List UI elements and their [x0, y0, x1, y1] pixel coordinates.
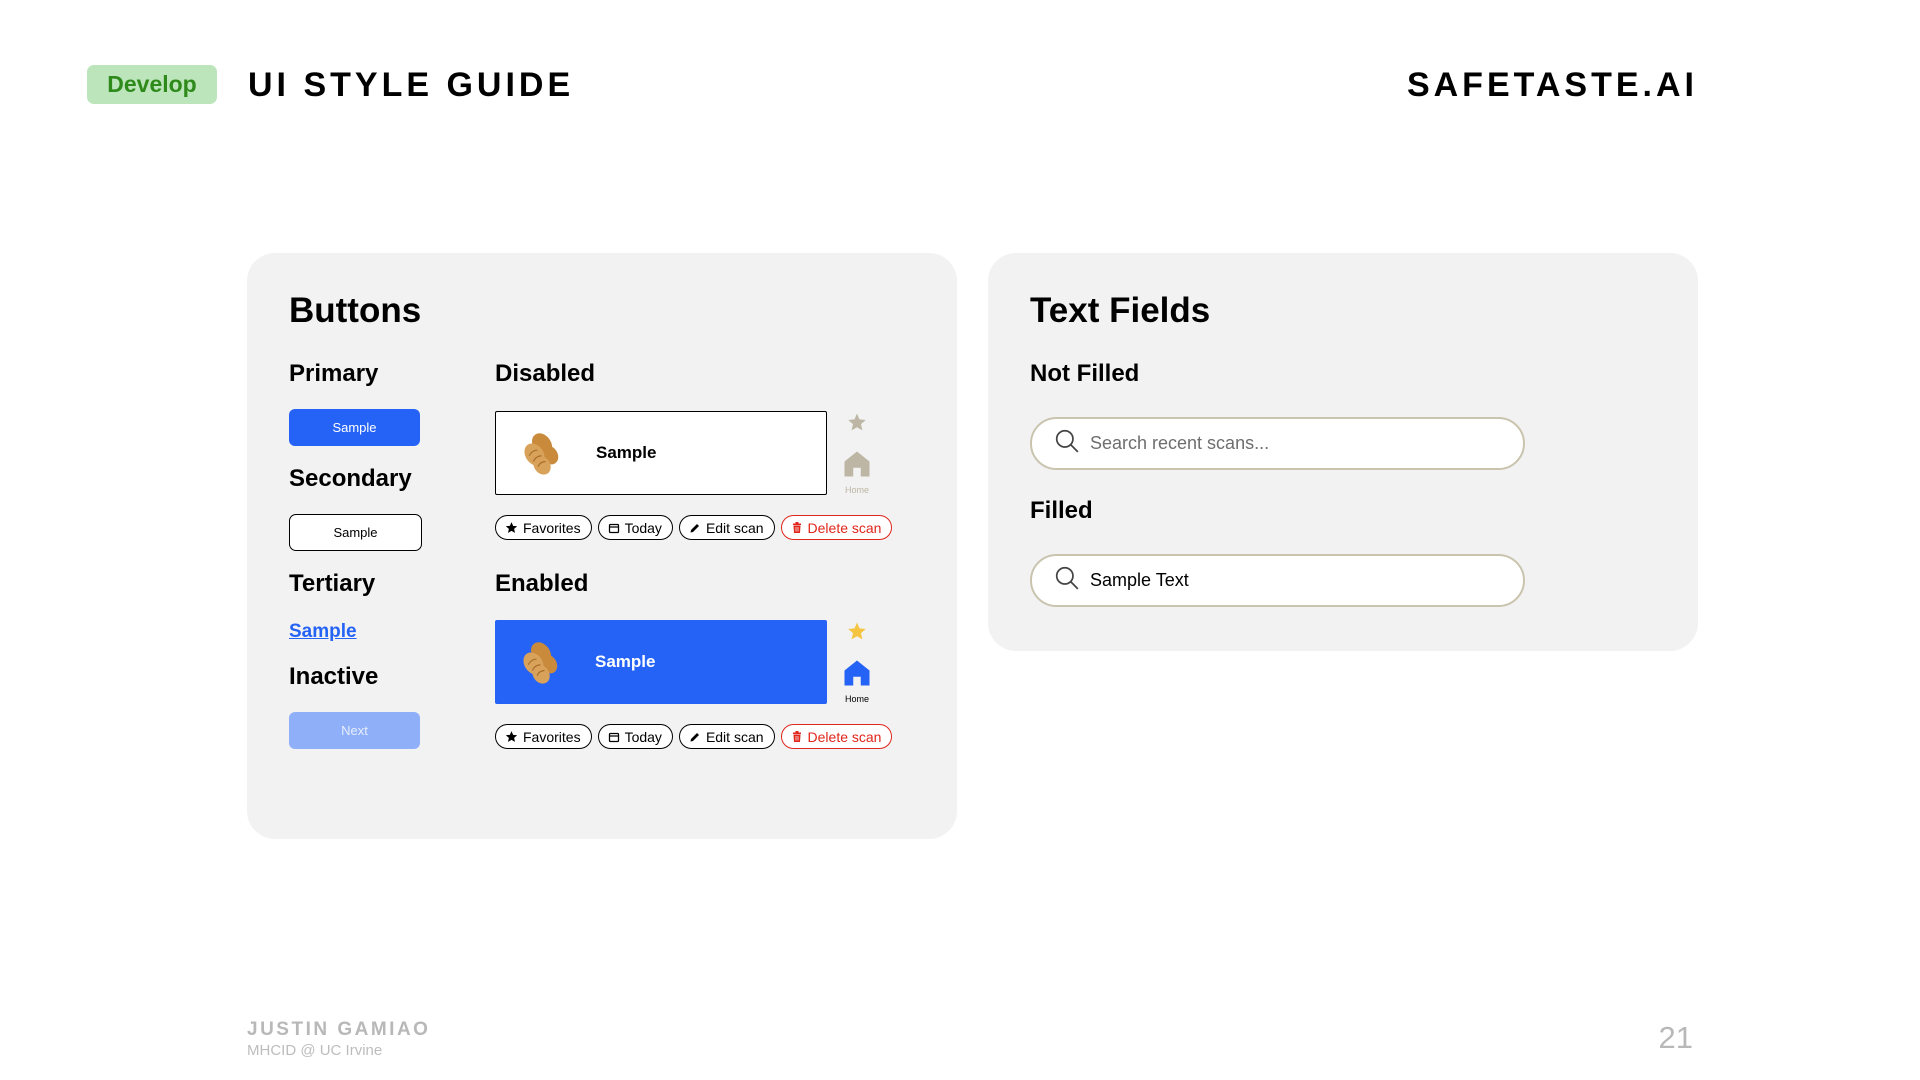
filled-heading: Filled: [1030, 497, 1093, 524]
brand-name: SAFETASTE.AI: [1406, 66, 1698, 104]
text-fields-card: Text Fields Not Filled Filled: [988, 253, 1698, 651]
edit-scan-chip[interactable]: Edit scan: [678, 724, 775, 749]
primary-heading: Primary: [289, 360, 379, 387]
primary-button[interactable]: Sample: [289, 409, 420, 446]
enabled-card-label: Sample: [595, 652, 656, 671]
delete-scan-chip: Delete scan: [780, 515, 893, 540]
author-name: JUSTIN GAMIAO: [247, 1019, 431, 1040]
today-chip[interactable]: Today: [597, 724, 673, 749]
favorites-chip: Favorites: [495, 515, 592, 540]
enabled-side-icons: Home: [837, 621, 877, 704]
page-title: UI STYLE GUIDE: [248, 66, 575, 104]
star-icon: [505, 731, 518, 742]
peanut-icon: [511, 637, 571, 687]
pencil-icon: [690, 523, 699, 532]
text-fields-title: Text Fields: [1030, 291, 1211, 330]
page-number: 21: [1658, 1020, 1693, 1055]
home-label: Home: [844, 694, 869, 704]
tertiary-heading: Tertiary: [289, 570, 376, 597]
develop-tag: Develop: [87, 65, 217, 104]
search-field-filled: [1030, 554, 1525, 607]
disabled-side-icons: Home: [837, 412, 877, 495]
tertiary-button[interactable]: Sample: [289, 621, 357, 643]
enabled-heading: Enabled: [495, 570, 589, 597]
secondary-heading: Secondary: [289, 465, 412, 492]
buttons-title: Buttons: [289, 291, 422, 330]
favorites-chip[interactable]: Favorites: [495, 724, 592, 749]
disabled-chip-row: Favorites Today Edit scan Delete scan: [495, 515, 893, 540]
enabled-chip-row: Favorites Today Edit scan Delete scan: [495, 724, 893, 749]
peanut-icon: [512, 428, 572, 478]
disabled-food-card: Sample: [495, 411, 827, 495]
home-icon[interactable]: [842, 658, 872, 693]
trash-icon: [792, 731, 801, 742]
inactive-button: Next: [289, 712, 420, 749]
trash-icon: [792, 522, 801, 533]
search-field-empty: [1030, 417, 1525, 470]
star-icon: [505, 522, 518, 533]
inactive-heading: Inactive: [289, 663, 379, 690]
star-icon: [847, 412, 867, 437]
edit-scan-chip: Edit scan: [678, 515, 775, 540]
search-icon: [1054, 565, 1080, 596]
buttons-card: Buttons Primary Sample Secondary Sample …: [247, 253, 957, 839]
today-chip: Today: [597, 515, 673, 540]
search-input[interactable]: [1090, 433, 1510, 454]
disabled-heading: Disabled: [495, 360, 596, 387]
home-label: Home: [844, 485, 869, 495]
secondary-button[interactable]: Sample: [289, 514, 422, 551]
calendar-icon: [608, 523, 619, 533]
disabled-card-label: Sample: [596, 443, 657, 462]
star-icon[interactable]: [847, 621, 867, 646]
not-filled-heading: Not Filled: [1030, 360, 1140, 387]
search-input-filled[interactable]: [1090, 570, 1510, 591]
pencil-icon: [690, 732, 699, 741]
enabled-food-card[interactable]: Sample: [495, 620, 827, 704]
author-affiliation: MHCID @ UC Irvine: [247, 1042, 383, 1059]
search-icon: [1054, 428, 1080, 459]
home-icon: [842, 449, 872, 484]
calendar-icon: [608, 732, 619, 742]
delete-scan-chip[interactable]: Delete scan: [780, 724, 893, 749]
